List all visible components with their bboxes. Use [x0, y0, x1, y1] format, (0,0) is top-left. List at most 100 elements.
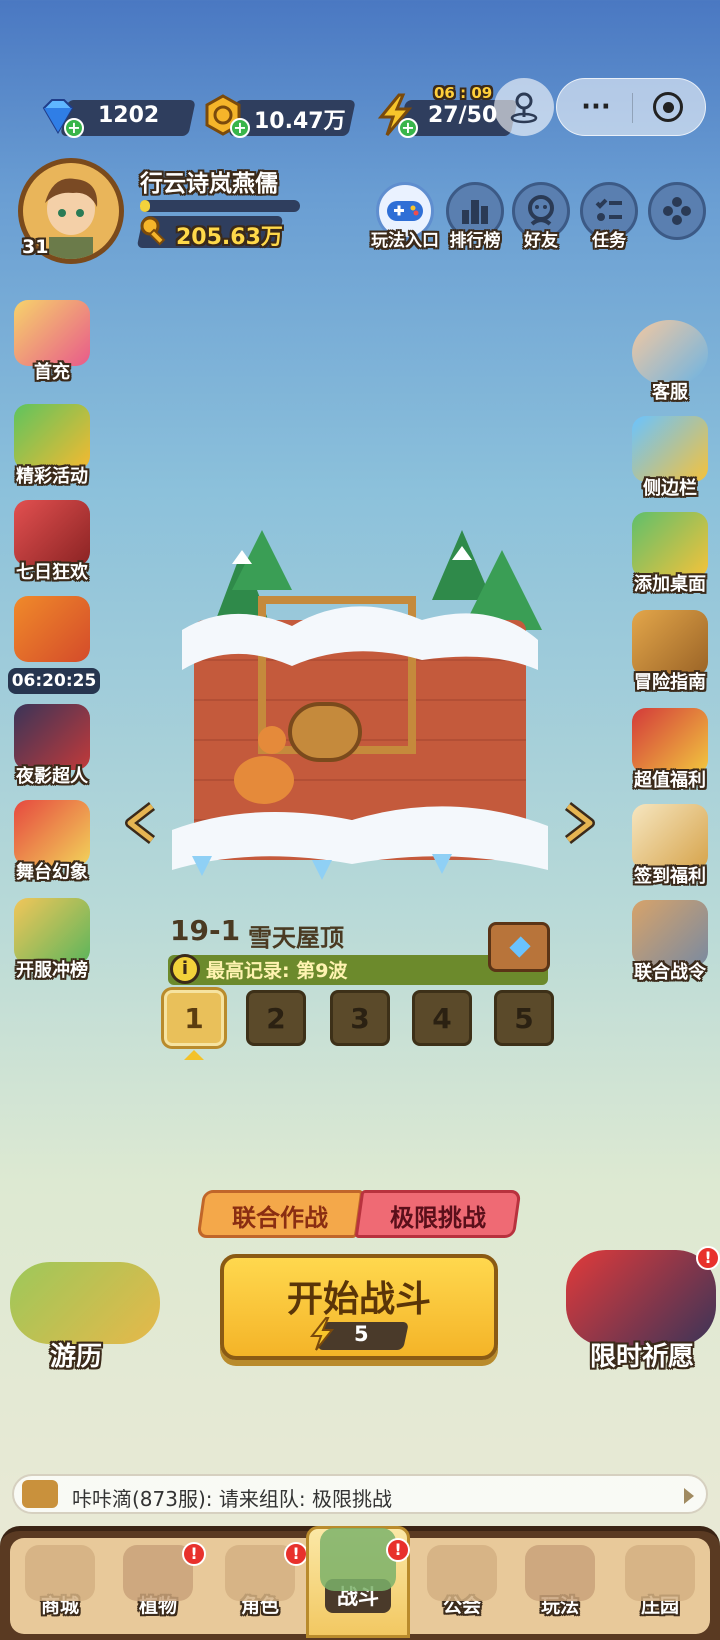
right-value-benefit-label: 超值福利: [634, 770, 706, 791]
stage-number: 19-1: [170, 914, 241, 947]
left-seven-day-label: 七日狂欢: [16, 562, 88, 583]
value-benefit-icon: [632, 708, 708, 774]
windmill-battle-icon: [320, 1528, 396, 1591]
top-menu-play-label: 玩法入口: [371, 231, 439, 251]
customer-service-icon: [632, 320, 708, 386]
characters-alert-badge: !: [284, 1542, 308, 1566]
sub-stage-1[interactable]: 1: [164, 990, 224, 1046]
nav-guild[interactable]: 公会: [416, 1545, 508, 1630]
treasure-chest-icon[interactable]: [488, 922, 550, 972]
location-pin-button[interactable]: [494, 78, 554, 136]
chest-gem: [509, 936, 531, 958]
next-stage-arrow[interactable]: [558, 800, 598, 846]
sub-stage-4[interactable]: 4: [412, 990, 472, 1046]
capsule-divider: [632, 93, 633, 123]
left-first-charge[interactable]: 首充: [2, 296, 102, 386]
more-menu-button[interactable]: ···: [571, 89, 621, 125]
left-stage-illusion-label: 舞台幻象: [16, 862, 88, 883]
power-key-icon: [138, 214, 172, 252]
add-diamond-icon[interactable]: +: [64, 118, 84, 138]
add-desktop-icon: [632, 512, 708, 578]
chat-bar[interactable]: 咔咔滴(873服): 请来组队: 极限挑战: [12, 1474, 708, 1514]
wish-label: 限时祈愿: [590, 1342, 695, 1372]
mini-program-capsule: ···: [556, 78, 706, 136]
power-value: 205.63万: [176, 225, 283, 250]
sub-stage-5[interactable]: 5: [494, 990, 554, 1046]
coop-tab-label: 联合作战: [232, 1204, 328, 1232]
nav-gameplay[interactable]: 玩法: [514, 1545, 606, 1630]
right-value-benefit[interactable]: 超值福利: [620, 704, 720, 794]
left-night-hero-label: 夜影超人: [16, 766, 88, 787]
target-icon: [662, 101, 674, 113]
start-cost: 5: [354, 1322, 369, 1346]
night-hero-icon: [14, 704, 90, 770]
travel-chest-icon[interactable]: [10, 1262, 160, 1344]
left-seven-day[interactable]: 七日狂欢: [2, 496, 102, 586]
selected-stage-indicator: [184, 1050, 204, 1060]
stage-artwork[interactable]: [172, 530, 548, 900]
left-stage-illusion[interactable]: 舞台幻象: [2, 796, 102, 886]
location-pin-icon: [510, 92, 538, 124]
add-energy-icon[interactable]: +: [398, 118, 418, 138]
info-icon[interactable]: i: [170, 954, 200, 984]
chat-bubble-icon: [22, 1480, 58, 1508]
player-level: 31: [22, 236, 49, 258]
gift-box-icon: [14, 596, 90, 662]
right-guide-label: 冒险指南: [634, 672, 706, 693]
limited-wish-icon[interactable]: [566, 1250, 716, 1346]
wish-alert-badge: !: [696, 1246, 720, 1270]
left-events-label: 精彩活动: [16, 466, 88, 487]
events-icon: [14, 404, 90, 470]
right-service[interactable]: 客服: [620, 316, 720, 406]
right-battle-pass-label: 联合战令: [634, 962, 706, 983]
left-events[interactable]: 精彩活动: [2, 400, 102, 490]
left-night-hero[interactable]: 夜影超人: [2, 700, 102, 790]
start-battle-label: 开始战斗: [286, 1279, 431, 1320]
manor-icon: [625, 1545, 695, 1601]
first-charge-icon: [14, 300, 90, 366]
lightning-icon: [309, 1317, 335, 1351]
seven-day-tent-icon: [14, 500, 90, 566]
battle-pass-icon: [632, 900, 708, 966]
right-sidebar-label: 侧边栏: [643, 478, 697, 499]
gift-countdown: 06:20:25: [8, 668, 100, 694]
gold-count: 10.47万: [254, 109, 346, 134]
left-server-rank[interactable]: 开服冲榜: [2, 894, 102, 984]
right-checkin[interactable]: 签到福利: [620, 800, 720, 890]
right-checkin-label: 签到福利: [634, 866, 706, 887]
gameplay-icon: [525, 1545, 595, 1601]
travel-label: 游历: [50, 1342, 103, 1372]
chevron-right-icon: [564, 802, 595, 844]
sidebar-diamond-icon: [632, 416, 708, 482]
close-target-button[interactable]: [653, 92, 683, 122]
top-menu-tasks-label: 任务: [592, 231, 626, 251]
nav-manor[interactable]: 庄园: [614, 1545, 706, 1630]
shop-icon: [25, 1545, 95, 1601]
battle-alert-badge: !: [386, 1538, 410, 1562]
left-gift-timer[interactable]: 06:20:25: [2, 592, 102, 694]
start-battle-button[interactable]: 开始战斗 5: [220, 1254, 498, 1360]
prev-stage-arrow[interactable]: [122, 800, 162, 846]
more-icon[interactable]: [648, 182, 706, 240]
energy-count: 27/50: [428, 103, 498, 128]
diamond-count: 1202: [98, 103, 160, 128]
sub-stage-2[interactable]: 2: [246, 990, 306, 1046]
guild-icon: [427, 1545, 497, 1601]
right-sidebar[interactable]: 侧边栏: [620, 412, 720, 502]
chevron-left-icon: [125, 802, 156, 844]
right-guide[interactable]: 冒险指南: [620, 606, 720, 696]
exp-bar: [140, 200, 300, 212]
guide-book-icon: [632, 610, 708, 676]
right-service-label: 客服: [652, 382, 688, 403]
extreme-tab-label: 极限挑战: [390, 1204, 486, 1232]
add-gold-icon[interactable]: +: [230, 118, 250, 138]
chat-message: 咔咔滴(873服): 请来组队: 极限挑战: [72, 1487, 392, 1511]
left-server-rank-label: 开服冲榜: [16, 960, 88, 981]
energy-timer: 06 : 09: [434, 84, 493, 102]
plants-alert-badge: !: [182, 1542, 206, 1566]
right-battle-pass[interactable]: 联合战令: [620, 896, 720, 986]
checkin-calendar-icon: [632, 804, 708, 870]
sub-stage-3[interactable]: 3: [330, 990, 390, 1046]
nav-shop[interactable]: 商城: [14, 1545, 106, 1630]
right-add-desktop[interactable]: 添加桌面: [620, 508, 720, 598]
